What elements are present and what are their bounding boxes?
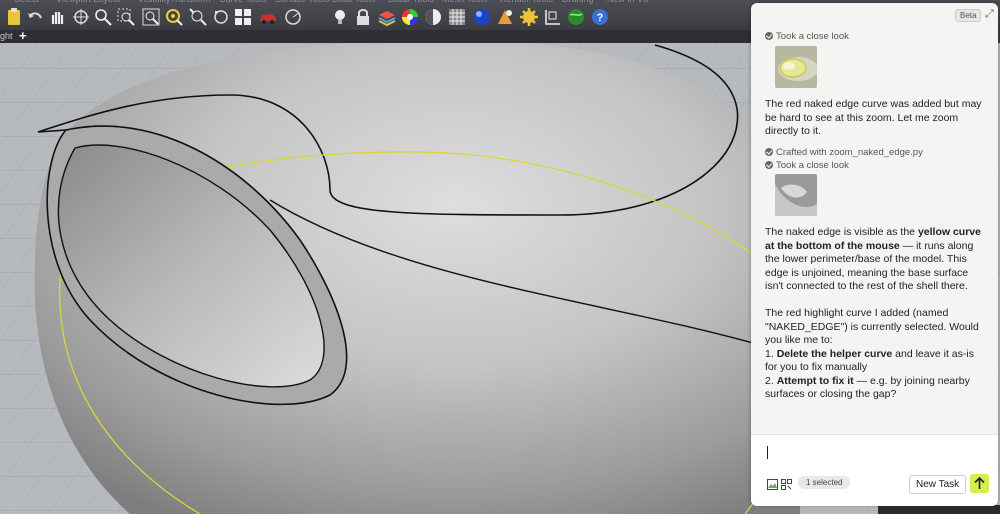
lock-icon[interactable] <box>353 7 373 27</box>
color-wheel-icon[interactable] <box>400 7 420 27</box>
layers-icon[interactable] <box>377 7 397 27</box>
thumbnail-image-2[interactable] <box>775 174 817 216</box>
undo-icon[interactable] <box>25 7 45 27</box>
option-number: 2. <box>765 374 777 387</box>
globe-icon[interactable] <box>566 7 586 27</box>
help-icon[interactable]: ? <box>590 7 610 27</box>
check-icon <box>765 32 773 40</box>
assistant-message-1: The red naked edge curve was added but m… <box>765 98 985 139</box>
toolbar-tab[interactable]: Solid Tools <box>332 0 375 4</box>
toolbar-tab[interactable]: Visibility <box>138 0 170 4</box>
toolbar-tab[interactable]: Render Tools <box>500 0 553 4</box>
sphere-icon[interactable] <box>423 7 443 27</box>
zoom-target-icon[interactable] <box>188 7 208 27</box>
thumbnail-render-1 <box>775 46 817 88</box>
toolbar-tab[interactable]: Mesh Tools <box>442 0 487 4</box>
step-label: Took a close look <box>776 31 849 42</box>
check-icon <box>765 161 773 169</box>
rotate-view-icon[interactable] <box>71 7 91 27</box>
toolbar-tab[interactable]: Select <box>14 0 39 4</box>
assistant-message-2: The naked edge is visible as the yellow … <box>765 226 985 294</box>
select-objects-icon[interactable] <box>781 477 792 490</box>
send-button[interactable] <box>970 474 989 493</box>
arrow-up-icon <box>974 476 985 489</box>
new-task-button[interactable]: New Task <box>909 475 967 494</box>
render-icon[interactable] <box>495 7 515 27</box>
tab-strip: Select Viewport Layout VisibilityTransform… <box>0 0 760 4</box>
toolbar-tab[interactable]: Surface Tools <box>275 0 329 4</box>
step-crafted-script: Crafted with zoom_naked_edge.py <box>765 147 923 158</box>
option-2-bold: Attempt to fix it <box>776 374 854 387</box>
four-viewports-icon[interactable] <box>233 7 253 27</box>
beta-badge: Beta <box>955 9 982 22</box>
toolbar-tab[interactable]: Drafting <box>562 0 594 4</box>
message-text: The red highlight curve I added (named "… <box>765 307 979 346</box>
option-number: 1. <box>765 347 777 360</box>
message-text: The red naked edge curve was added but m… <box>765 98 982 137</box>
gear-icon[interactable] <box>519 7 539 27</box>
svg-text:?: ? <box>597 12 604 24</box>
attach-image-icon[interactable] <box>767 477 778 490</box>
toolbar-tab[interactable]: Curve Tools <box>219 0 266 4</box>
zoom-icon[interactable] <box>93 7 113 27</box>
step-label: Crafted with zoom_naked_edge.py <box>776 147 923 158</box>
check-icon <box>765 148 773 156</box>
expand-icon[interactable]: ⤢ <box>985 8 994 21</box>
background-object <box>878 505 1000 514</box>
pan-hand-icon[interactable] <box>47 7 67 27</box>
zoom-extents-icon[interactable] <box>141 7 161 27</box>
grid-icon[interactable] <box>447 7 467 27</box>
toolbar-tab[interactable]: Viewport Layout <box>56 0 120 4</box>
selection-count-chip[interactable]: 1 selected <box>798 476 851 489</box>
toolbar-tab[interactable]: Transform <box>170 0 211 4</box>
zoom-selected-icon[interactable] <box>164 7 184 27</box>
message-text: The naked edge is visible as the <box>765 226 918 238</box>
text-caret <box>767 446 768 459</box>
blue-sphere-icon[interactable] <box>472 7 492 27</box>
assistant-message-3: The red highlight curve I added (named "… <box>765 307 985 402</box>
thumbnail-image-1[interactable] <box>775 46 817 88</box>
thumbnail-render-2 <box>775 174 817 216</box>
toolbar-tab[interactable]: SubD Tools <box>388 0 434 4</box>
step-label: Took a close look <box>776 160 849 171</box>
step-took-close-look-1: Took a close look <box>765 31 849 42</box>
option-1-bold: Delete the helper curve <box>776 347 893 360</box>
zoom-window-icon[interactable] <box>116 7 136 27</box>
viewport-label[interactable]: ght <box>0 31 13 41</box>
car-icon[interactable] <box>258 7 278 27</box>
chat-input[interactable] <box>751 434 998 506</box>
viewport-title-bar: ght + <box>0 28 760 43</box>
step-took-close-look-2: Took a close look <box>765 160 849 171</box>
undo-view-icon[interactable] <box>211 7 231 27</box>
lightbulb-icon[interactable] <box>330 7 350 27</box>
dimension-icon[interactable] <box>543 7 563 27</box>
circle-curve-icon[interactable] <box>283 7 303 27</box>
clipboard-icon[interactable] <box>4 7 24 27</box>
add-viewport-button[interactable]: + <box>19 28 27 43</box>
toolbar-tab[interactable]: New in V8 <box>607 0 648 4</box>
